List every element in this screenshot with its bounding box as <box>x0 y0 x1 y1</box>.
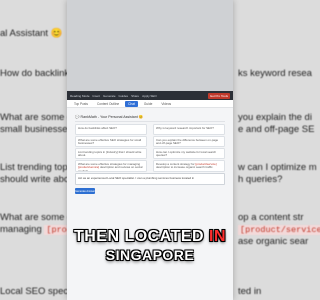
toolbar-item[interactable]: Generate <box>103 94 116 98</box>
assistant-title: 💬 RankMath - Your Personal Assistant 😊 <box>75 115 144 119</box>
bg-line: e and off-page SE <box>238 124 315 135</box>
prompt-text: How can I optimize my website for local … <box>156 149 217 158</box>
toolbar-item[interactable]: Apply SEO <box>142 94 157 98</box>
caption-line-2: SINGAPORE <box>105 247 195 263</box>
bg-line: h queries? <box>238 174 283 185</box>
window-top-area <box>67 0 233 91</box>
toolbar-item[interactable]: Reading Mode <box>70 94 90 98</box>
prompt-card[interactable]: List trending topics in [Industry] that … <box>75 148 147 159</box>
bg-line: ks keyword resea <box>238 68 312 79</box>
video-caption: THEN LOCATED IN SINGAPORE <box>0 228 300 263</box>
bg-line: al Assistant 😊 <box>0 28 63 39</box>
tab-content-outline[interactable]: Content Outline <box>94 101 122 107</box>
toolbar-item[interactable]: Share <box>131 94 139 98</box>
toolbar-item[interactable]: Insert <box>93 94 101 98</box>
prompt-text: What are some effective strategies for m… <box>78 161 143 172</box>
tab-videos[interactable]: Videos <box>158 101 174 107</box>
bg-line: What are some e <box>0 112 73 123</box>
bg-line: ted in <box>238 286 262 297</box>
editor-toolbar: Reading Mode Insert Generate Guides Shar… <box>67 91 233 100</box>
placeholder-token: [product/service] <box>195 161 217 166</box>
prompt-text: List trending topics in [Industry] that … <box>78 149 142 158</box>
bg-line: you explain the di <box>238 112 312 123</box>
prompt-card[interactable]: How do backlinks affect SEO? <box>75 124 147 135</box>
tab-chat[interactable]: Chat <box>125 100 138 107</box>
bg-line: small businesses? <box>0 124 78 135</box>
prompt-text: Why is keyword research important for SE… <box>156 125 214 130</box>
assistant-panel: 💬 RankMath - Your Personal Assistant 😊 H… <box>67 109 233 300</box>
prompt-card[interactable]: How can I optimize my website for local … <box>153 148 225 159</box>
caption-line-1: THEN LOCATED IN <box>0 228 300 246</box>
bg-line: op a content str <box>238 212 304 223</box>
placeholder-token: [product/service] <box>78 165 100 170</box>
bg-line: What are some eff <box>0 212 78 223</box>
prompt-card[interactable]: What are some effective SEO strategies f… <box>75 136 147 147</box>
bg-line: Local SEO specia <box>0 286 76 297</box>
prompt-card[interactable]: Develop a content strategy for [product/… <box>153 160 225 172</box>
prompt-card[interactable]: Why is keyword research important for SE… <box>153 124 225 135</box>
prompt-input[interactable]: Act as an experienced Local SEO speciali… <box>75 173 225 185</box>
prompt-input-value: Act as an experienced Local SEO speciali… <box>78 176 195 180</box>
caption-highlight: IN <box>209 228 227 245</box>
tab-guide[interactable]: Guide <box>141 101 156 107</box>
generate-answer-button[interactable]: Generate Answer <box>75 188 95 194</box>
divider <box>75 121 225 122</box>
tab-top-posts[interactable]: Top Posts <box>71 101 91 107</box>
bg-line: List trending topic <box>0 162 75 173</box>
prompt-text: Can you explain the difference between o… <box>156 137 219 146</box>
prompt-text: What are some effective SEO strategies f… <box>78 137 142 146</box>
prompt-card[interactable]: What are some effective strategies for m… <box>75 160 147 172</box>
bg-line: should write about <box>0 174 78 185</box>
prompt-text: Develop a content strategy for [product/… <box>156 161 217 170</box>
pro-tools-button[interactable]: Get Pro Tools <box>207 92 230 99</box>
prompt-card[interactable]: Can you explain the difference between o… <box>153 136 225 147</box>
bg-line: w can I optimize m <box>238 162 317 173</box>
panel-tabs: Top Posts Content Outline Chat Guide Vid… <box>67 100 233 108</box>
bg-line: How do backlink <box>0 68 70 79</box>
prompt-text: How do backlinks affect SEO? <box>78 125 117 130</box>
toolbar-item[interactable]: Guides <box>119 94 129 98</box>
caption-text: THEN LOCATED <box>73 228 205 245</box>
